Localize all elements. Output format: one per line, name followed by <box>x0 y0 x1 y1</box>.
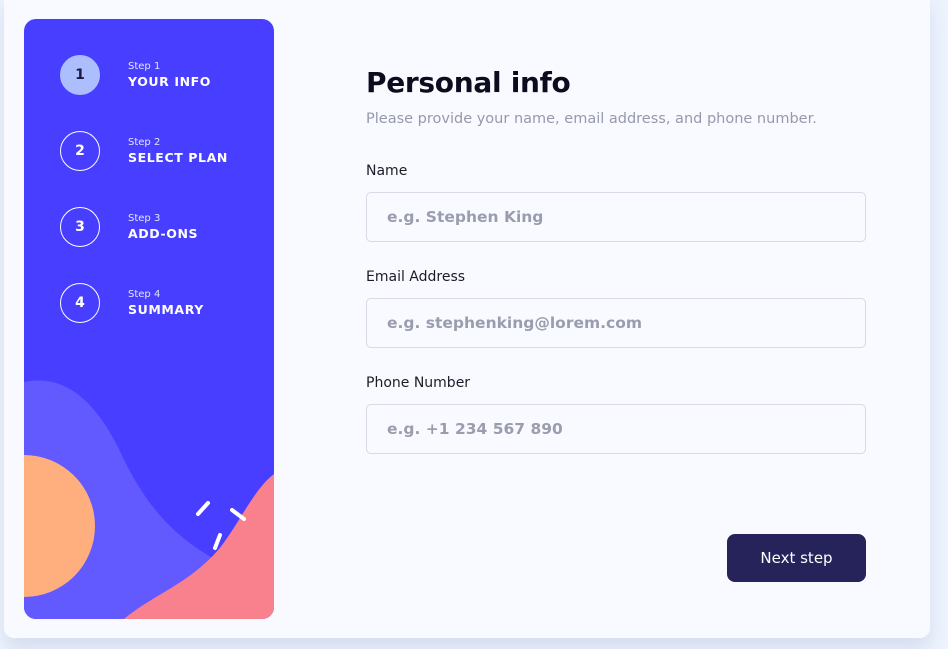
name-input[interactable] <box>366 192 866 242</box>
page-title: Personal info <box>366 66 571 99</box>
steps-sidebar: 1 Step 1 YOUR INFO 2 Step 2 SELECT PLAN … <box>24 19 274 619</box>
step-number: 4 <box>60 283 100 323</box>
step-number: 1 <box>60 55 100 95</box>
step-title: YOUR INFO <box>128 73 212 89</box>
step-2[interactable]: 2 Step 2 SELECT PLAN <box>60 131 228 171</box>
email-label: Email Address <box>366 269 466 285</box>
step-1[interactable]: 1 Step 1 YOUR INFO <box>60 55 211 95</box>
step-title: SUMMARY <box>128 301 204 317</box>
step-label: Step 1 <box>128 60 161 72</box>
step-3[interactable]: 3 Step 3 ADD-ONS <box>60 207 198 247</box>
step-title: ADD-ONS <box>128 225 199 241</box>
step-4[interactable]: 4 Step 4 SUMMARY <box>60 283 204 323</box>
next-step-button[interactable]: Next step <box>727 534 866 582</box>
step-label: Step 3 <box>128 212 161 224</box>
step-label: Step 2 <box>128 136 161 148</box>
phone-input[interactable] <box>366 404 866 454</box>
page-subtitle: Please provide your name, email address,… <box>366 111 817 127</box>
phone-label: Phone Number <box>366 375 471 391</box>
step-number: 3 <box>60 207 100 247</box>
step-label: Step 4 <box>128 288 161 300</box>
step-number: 2 <box>60 131 100 171</box>
step-title: SELECT PLAN <box>128 149 228 165</box>
email-input[interactable] <box>366 298 866 348</box>
name-label: Name <box>366 163 408 179</box>
